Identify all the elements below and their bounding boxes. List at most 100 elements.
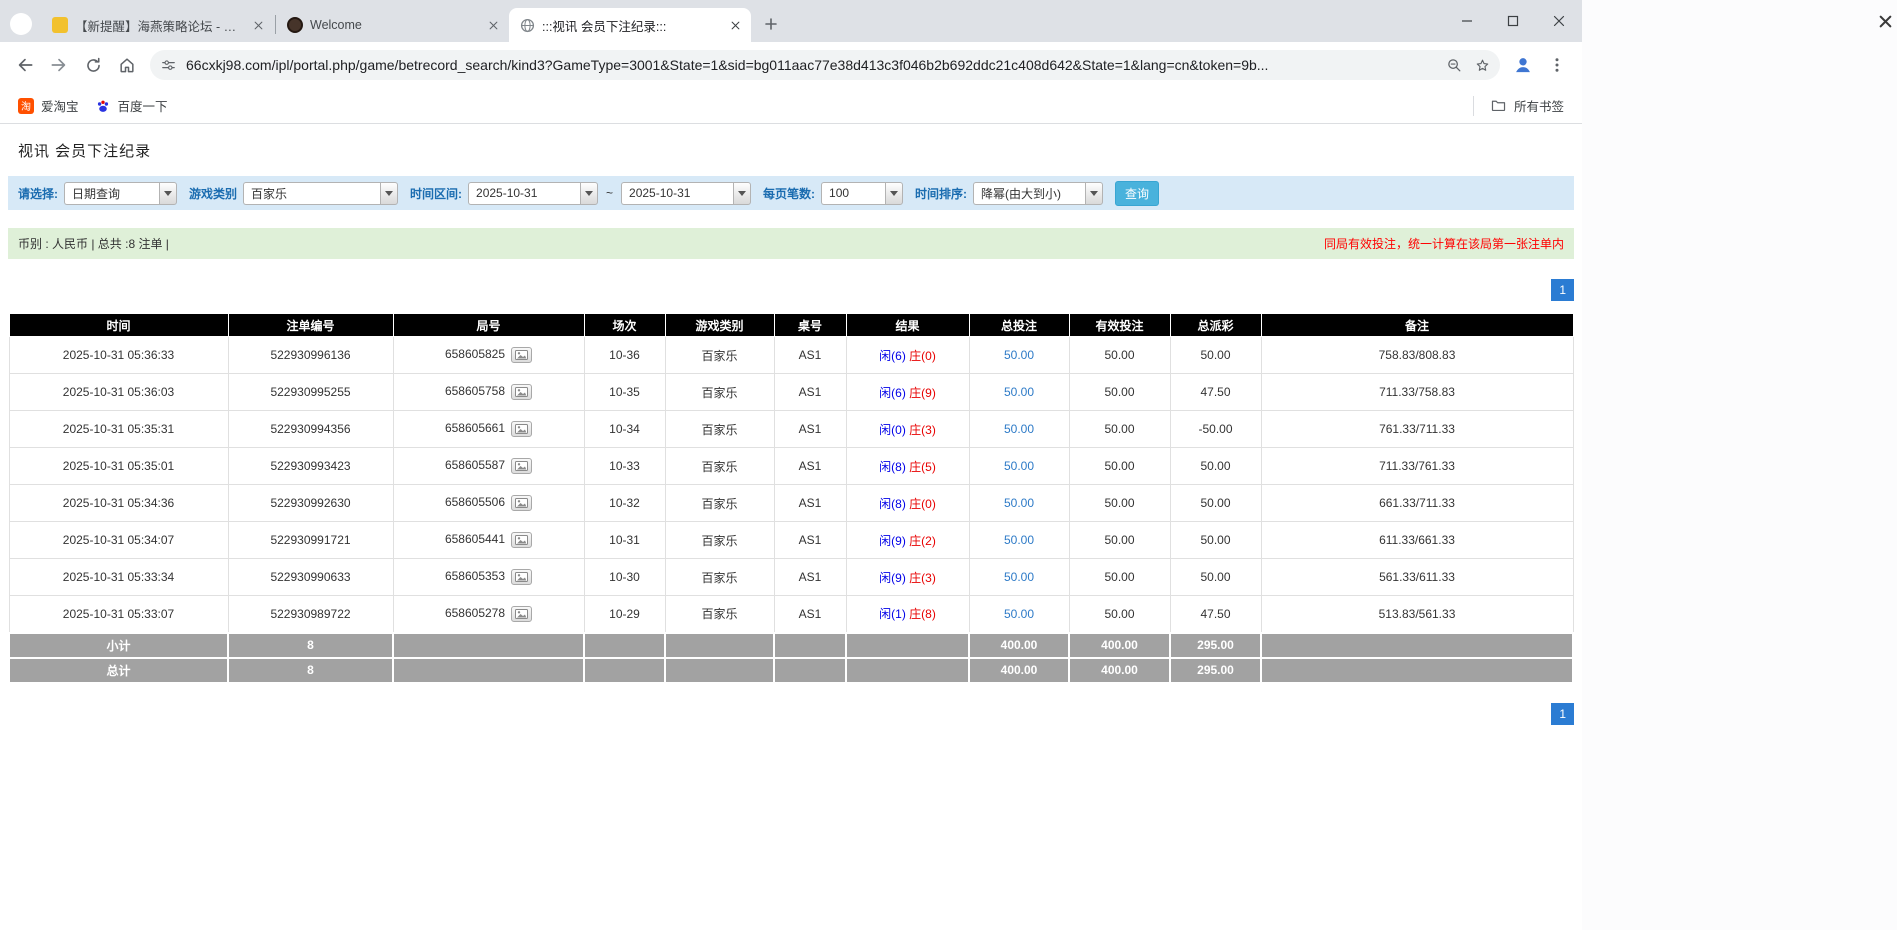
result-player: 闲(8)	[879, 459, 906, 474]
chevron-down-icon[interactable]	[159, 181, 177, 205]
chevron-down-icon[interactable]	[733, 181, 752, 205]
result-banker: 庄(5)	[909, 459, 936, 474]
bookmark-baidu[interactable]: 百度一下	[87, 92, 176, 119]
chevron-down-icon[interactable]	[885, 181, 904, 205]
empty-cell	[664, 656, 775, 684]
maximize-button[interactable]	[1490, 0, 1536, 42]
cell-total-bet: 50.00	[968, 410, 1070, 448]
header-game-type: 游戏类别	[664, 313, 775, 337]
page-number-button[interactable]: 1	[1551, 702, 1574, 725]
close-button[interactable]	[1536, 0, 1582, 42]
result-banker: 庄(9)	[909, 385, 936, 400]
empty-cell	[583, 631, 666, 659]
header-note: 备注	[1260, 313, 1574, 337]
total-bet-link[interactable]: 50.00	[1004, 533, 1034, 547]
total-bet-link[interactable]: 50.00	[1004, 496, 1034, 510]
tab-forum[interactable]: 【新提醒】海燕策略论坛 - 综合	[42, 8, 274, 42]
total-bet-link[interactable]: 50.00	[1004, 607, 1034, 621]
round-number: 658605587	[444, 458, 506, 473]
cell-game-type: 百家乐	[664, 521, 775, 559]
total-bet-link[interactable]: 50.00	[1004, 385, 1034, 399]
cell-note: 513.83/561.33	[1260, 595, 1574, 633]
cell-time: 2025-10-31 05:36:03	[8, 373, 229, 411]
tab-separator	[275, 15, 276, 34]
round-number: 658605758	[444, 384, 506, 399]
round-video-icon[interactable]	[511, 532, 533, 548]
zoom-icon[interactable]	[1440, 51, 1468, 79]
background-window-close-icon[interactable]	[1877, 13, 1893, 29]
bet-row: 2025-10-31 05:35:01 522930993423 658605587…	[8, 447, 1574, 485]
taobao-icon: 淘	[18, 97, 34, 114]
page-title: 视讯 会员下注纪录	[18, 143, 152, 160]
cell-table-number: AS1	[773, 558, 847, 596]
tab-close-icon[interactable]	[485, 17, 501, 33]
empty-cell	[392, 631, 585, 659]
browser-window: 【新提醒】海燕策略论坛 - 综合 Welcome :::视讯 会员下注纪录:::	[0, 0, 1582, 930]
page-size-value: 100	[821, 181, 886, 205]
page-number-button[interactable]: 1	[1551, 279, 1574, 301]
browser-menu-icon[interactable]	[1540, 48, 1574, 82]
tab-strip-leading-icon	[10, 13, 32, 35]
cell-result: 闲(8) 庄(0)	[845, 484, 970, 522]
profile-avatar-icon[interactable]	[1506, 48, 1540, 82]
bookmark-taobao[interactable]: 淘 爱淘宝	[10, 92, 87, 119]
screen: 【新提醒】海燕策略论坛 - 综合 Welcome :::视讯 会员下注纪录:::	[0, 0, 1897, 930]
header-table: 桌号	[773, 313, 847, 337]
total-bet-link[interactable]: 50.00	[1004, 348, 1034, 362]
cell-time: 2025-10-31 05:35:01	[8, 447, 229, 485]
total-bet-link[interactable]: 50.00	[1004, 570, 1034, 584]
address-bar[interactable]: 66cxkj98.com/ipl/portal.php/game/betreco…	[150, 50, 1500, 80]
tab-bet-record[interactable]: :::视讯 会员下注纪录:::	[509, 8, 751, 42]
cell-round: 658605278	[392, 595, 585, 633]
tab-welcome[interactable]: Welcome	[277, 8, 509, 42]
home-button[interactable]	[110, 48, 144, 82]
round-video-icon[interactable]	[511, 495, 533, 511]
round-video-icon[interactable]	[511, 384, 533, 400]
round-video-icon[interactable]	[511, 605, 533, 622]
empty-cell	[845, 656, 970, 684]
cell-time: 2025-10-31 05:33:34	[8, 558, 229, 596]
game-type-select[interactable]: 百家乐	[243, 181, 399, 205]
bookmark-label: 爱淘宝	[41, 100, 79, 114]
bet-row: 2025-10-31 05:33:07 522930989722 658605278…	[8, 595, 1574, 633]
result-player: 闲(6)	[879, 385, 906, 400]
date-to-select[interactable]: 2025-10-31	[621, 181, 752, 205]
cell-time: 2025-10-31 05:36:33	[8, 336, 229, 374]
cell-session: 10-29	[583, 595, 666, 633]
forward-button[interactable]	[42, 48, 76, 82]
round-video-icon[interactable]	[511, 347, 533, 363]
site-info-icon[interactable]	[154, 51, 182, 79]
query-type-select[interactable]: 日期查询	[64, 181, 177, 205]
total-bet-link[interactable]: 50.00	[1004, 422, 1034, 436]
header-session: 场次	[583, 313, 666, 337]
cell-round: 658605506	[392, 484, 585, 522]
round-number: 658605278	[444, 605, 506, 620]
minimize-button[interactable]	[1444, 0, 1490, 42]
back-button[interactable]	[8, 48, 42, 82]
cell-result: 闲(0) 庄(3)	[845, 410, 970, 448]
round-number: 658605661	[444, 421, 506, 436]
tab-close-icon[interactable]	[250, 17, 266, 33]
filter-bar: 请选择: 日期查询 游戏类别 百家乐 时间区间: 2025-10-31 ~ 20…	[8, 176, 1574, 210]
round-video-icon[interactable]	[511, 421, 533, 437]
round-video-icon[interactable]	[511, 569, 533, 585]
cell-total-bet: 50.00	[968, 521, 1070, 559]
cell-round: 658605441	[392, 521, 585, 559]
cell-valid-bet: 50.00	[1068, 595, 1171, 633]
sort-select[interactable]: 降幂(由大到小)	[973, 181, 1104, 205]
bookmark-star-icon[interactable]	[1468, 51, 1496, 79]
chevron-down-icon[interactable]	[580, 181, 599, 205]
time-range-label: 时间区间:	[410, 186, 463, 201]
tab-close-icon[interactable]	[727, 17, 743, 33]
date-from-select[interactable]: 2025-10-31	[468, 181, 599, 205]
page-size-select[interactable]: 100	[821, 181, 904, 205]
all-bookmarks-button[interactable]: 所有书签	[1482, 92, 1572, 119]
cell-payout: 47.50	[1169, 373, 1262, 411]
search-button[interactable]: 查询	[1115, 180, 1160, 206]
reload-button[interactable]	[76, 48, 110, 82]
chevron-down-icon[interactable]	[380, 181, 399, 205]
new-tab-button[interactable]	[757, 10, 785, 38]
chevron-down-icon[interactable]	[1085, 181, 1104, 205]
round-video-icon[interactable]	[511, 458, 533, 474]
total-bet-link[interactable]: 50.00	[1004, 459, 1034, 473]
